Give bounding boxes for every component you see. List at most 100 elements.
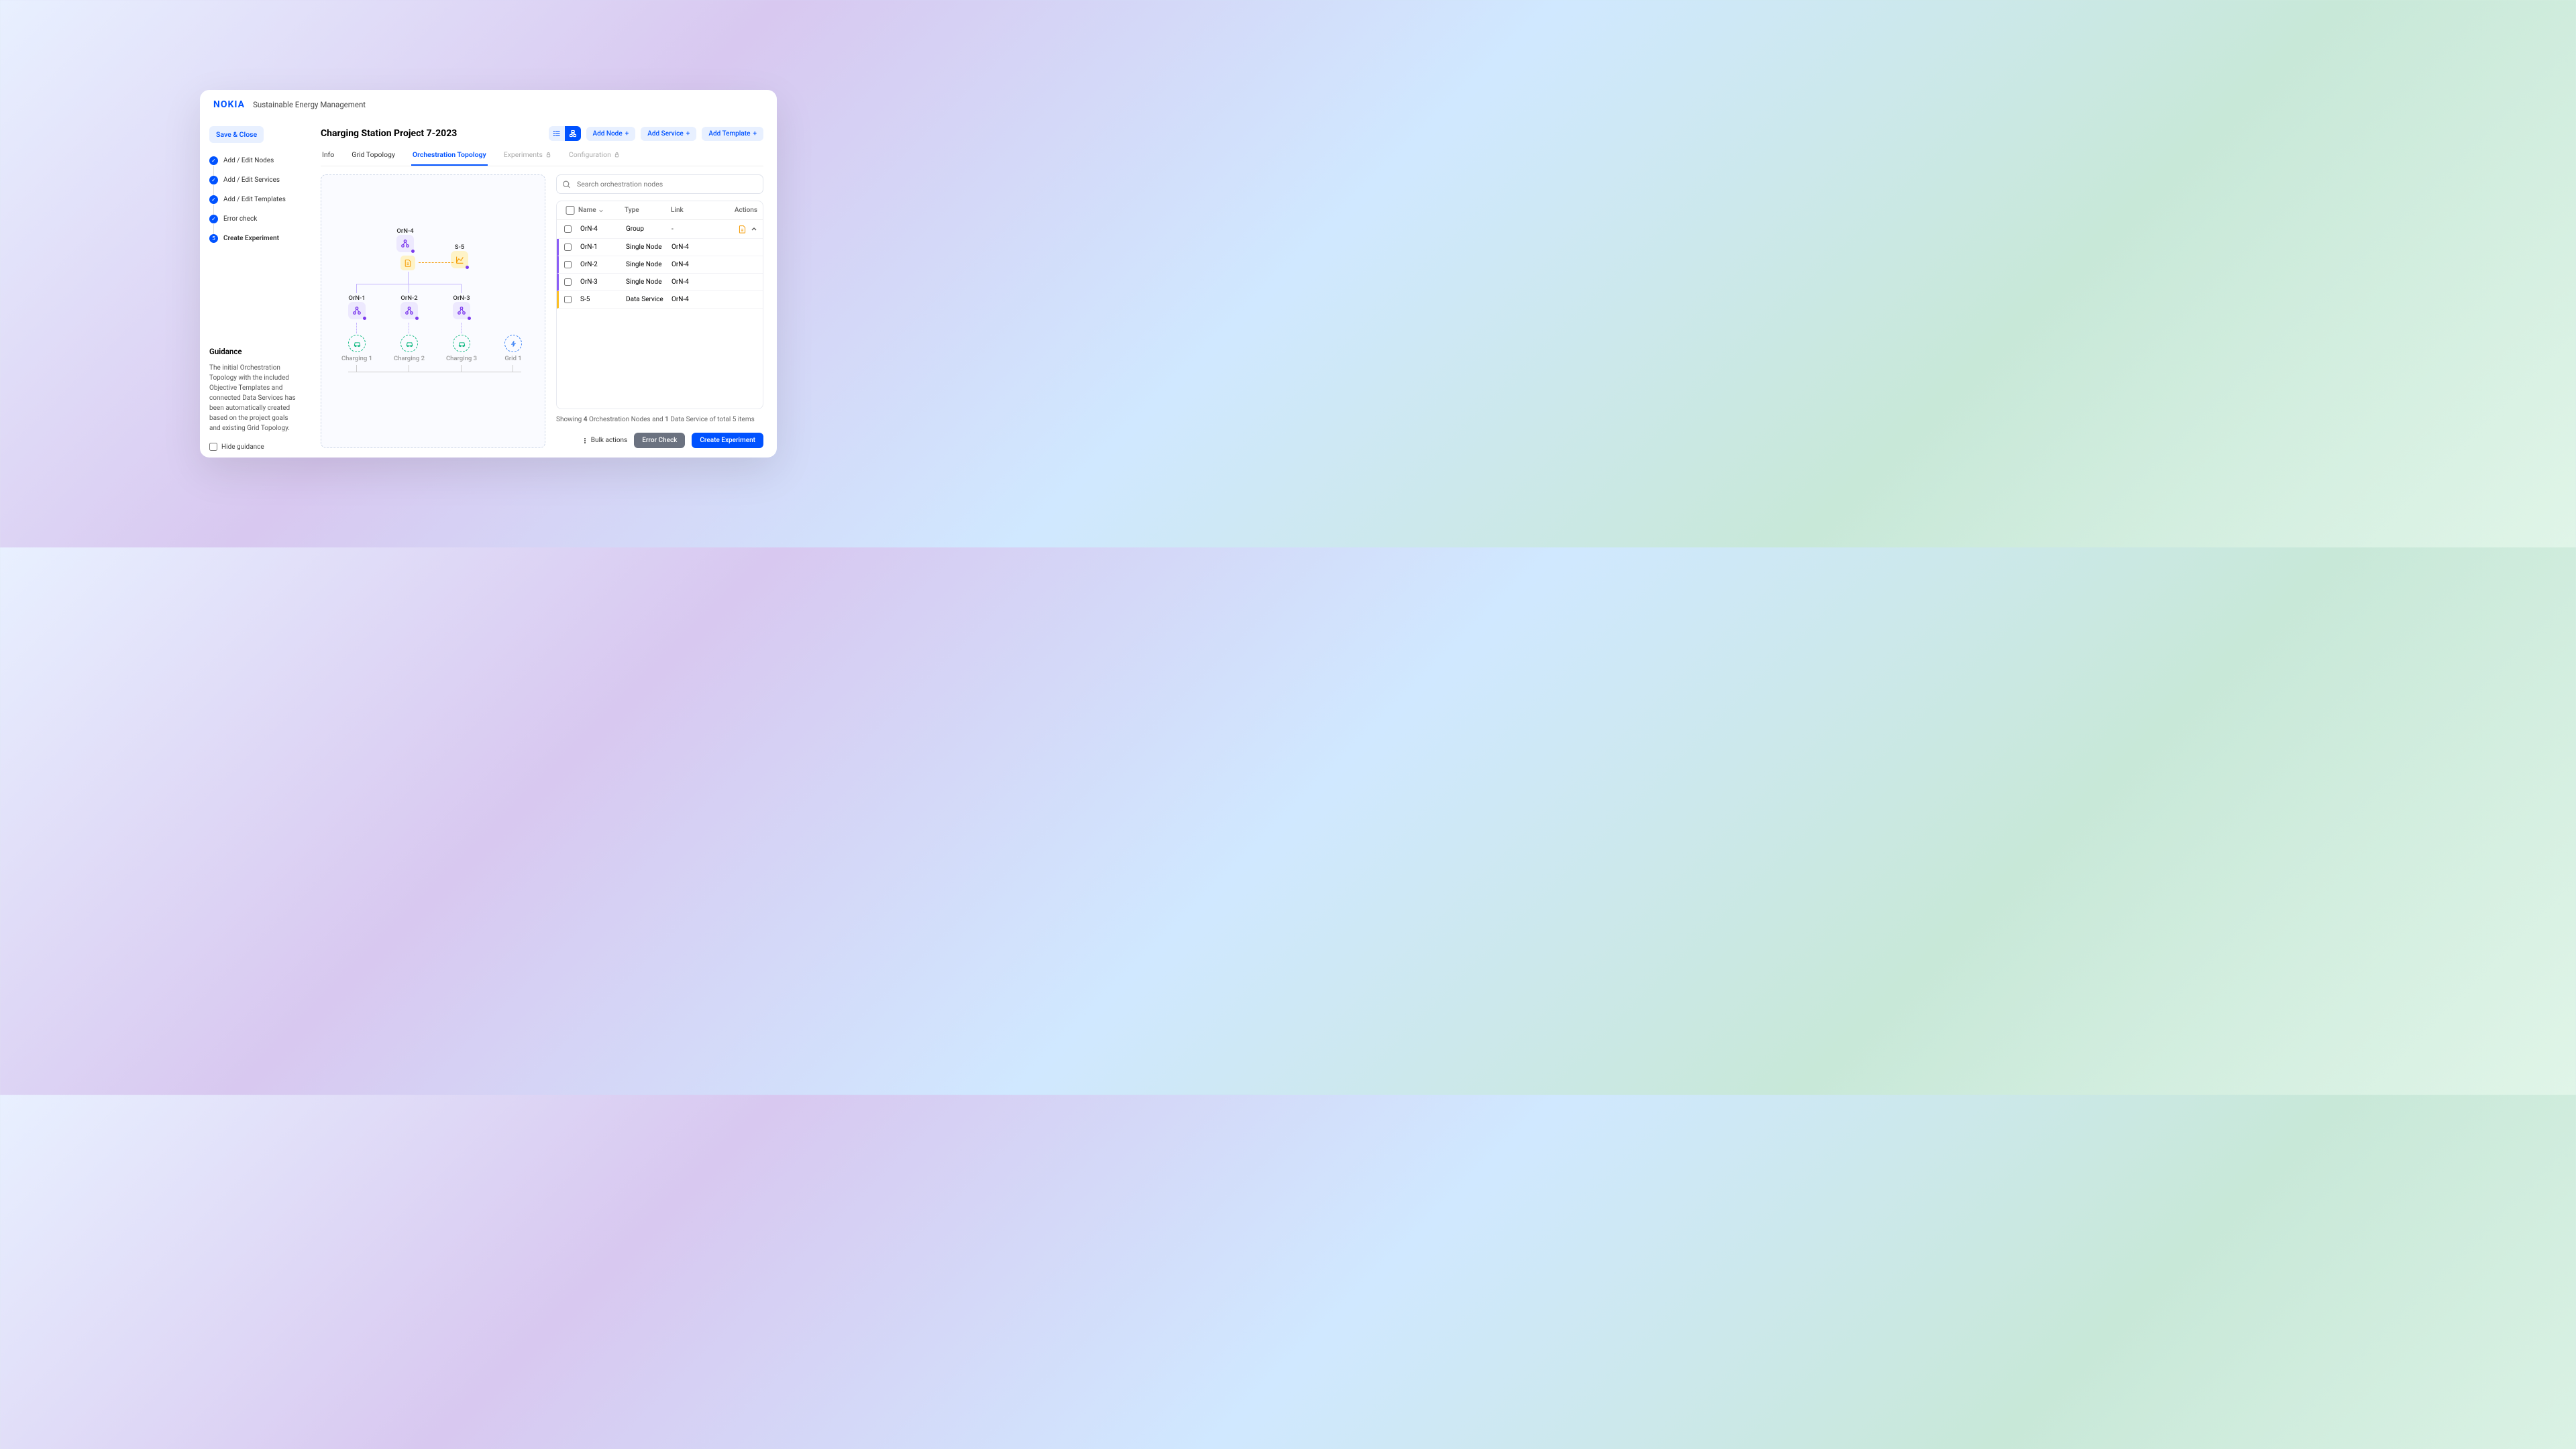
- cell-link: OrN-4: [672, 261, 717, 268]
- save-close-button[interactable]: Save & Close: [209, 126, 264, 143]
- col-link[interactable]: Link: [671, 207, 717, 214]
- step-label: Create Experiment: [223, 235, 279, 242]
- tab-orchestration-topology[interactable]: Orchestration Topology: [411, 146, 488, 166]
- add-service-button[interactable]: Add Service +: [641, 127, 696, 141]
- topology-node-root[interactable]: OrN-4: [396, 227, 414, 252]
- topology-service-node[interactable]: S-5: [451, 244, 468, 268]
- topology-node-child[interactable]: OrN-2: [398, 294, 421, 319]
- create-experiment-button[interactable]: Create Experiment: [692, 433, 763, 448]
- step-number-icon: 5: [209, 234, 218, 243]
- step-list: ✓Add / Edit Nodes✓Add / Edit Services✓Ad…: [209, 156, 298, 243]
- cell-name: OrN-4: [580, 225, 626, 233]
- check-icon: ✓: [209, 215, 218, 223]
- topology-node-child[interactable]: OrN-3: [450, 294, 473, 319]
- topology-leaf-node[interactable]: Charging 1: [340, 335, 374, 362]
- tab-grid-topology[interactable]: Grid Topology: [350, 146, 396, 166]
- table-row[interactable]: OrN-2Single NodeOrN-4: [557, 256, 763, 274]
- orchestration-node-icon: [453, 302, 470, 319]
- lock-icon: [545, 152, 551, 158]
- bulk-actions-menu[interactable]: Bulk actions: [582, 437, 628, 444]
- step-label: Add / Edit Nodes: [223, 157, 274, 164]
- cell-name: OrN-2: [580, 261, 626, 268]
- search-input[interactable]: [556, 174, 763, 194]
- cell-type: Single Node: [626, 261, 672, 268]
- charging-icon: [348, 335, 366, 352]
- hide-guidance-toggle[interactable]: Hide guidance: [209, 443, 298, 451]
- page-title: Charging Station Project 7-2023: [321, 128, 457, 139]
- document-icon: [400, 256, 415, 270]
- topology-link: [408, 272, 409, 284]
- table-row[interactable]: OrN-4Group-: [557, 220, 763, 239]
- collapse-icon[interactable]: [751, 226, 757, 233]
- tab-bar: Info Grid Topology Orchestration Topology E…: [321, 146, 763, 166]
- row-checkbox[interactable]: [564, 296, 572, 303]
- step-item[interactable]: ✓Add / Edit Templates: [209, 195, 298, 204]
- guidance-title: Guidance: [209, 347, 298, 356]
- hide-guidance-checkbox[interactable]: [209, 443, 217, 451]
- tab-configuration: Configuration: [568, 146, 621, 166]
- table-row[interactable]: S-5Data ServiceOrN-4: [557, 291, 763, 309]
- tab-label: Experiments: [504, 150, 543, 159]
- add-node-button[interactable]: Add Node +: [586, 127, 636, 141]
- sort-icon: [598, 208, 604, 213]
- topology-canvas[interactable]: OrN-4 S-5 OrN-1 OrN-2 OrN-3 Charging 1 Chargin…: [321, 174, 545, 448]
- topology-leaf-node[interactable]: Charging 2: [392, 335, 426, 362]
- tab-label: Configuration: [569, 150, 611, 159]
- step-item[interactable]: ✓ Add / Edit Services: [209, 176, 298, 184]
- row-checkbox[interactable]: [564, 244, 572, 251]
- cell-name: OrN-1: [580, 244, 626, 251]
- table-row[interactable]: OrN-3Single NodeOrN-4: [557, 274, 763, 291]
- topology-link-dashed: [356, 323, 357, 333]
- cell-type: Data Service: [626, 296, 672, 303]
- node-panel: Name Type Link Actions OrN-4Group-OrN-1S…: [556, 174, 763, 448]
- cell-name: OrN-3: [580, 278, 626, 286]
- charging-icon: [453, 335, 470, 352]
- tab-label: Info: [322, 150, 334, 159]
- search-icon: [562, 180, 571, 189]
- table-row[interactable]: OrN-1Single NodeOrN-4: [557, 239, 763, 256]
- col-type[interactable]: Type: [625, 207, 671, 214]
- orchestration-node-icon: [348, 302, 366, 319]
- col-name[interactable]: Name: [578, 207, 625, 214]
- cell-link: -: [672, 225, 717, 233]
- cell-name: S-5: [580, 296, 626, 303]
- topology-view-button[interactable]: [565, 126, 581, 141]
- row-checkbox[interactable]: [564, 225, 572, 233]
- check-icon: ✓: [209, 176, 218, 184]
- step-item[interactable]: 5 Create Experiment: [209, 234, 298, 243]
- main-content: Charging Station Project 7-2023 Add Node…: [307, 119, 777, 458]
- orchestration-node-icon: [396, 235, 414, 252]
- guidance-panel: Guidance The initial Orchestration Topol…: [209, 333, 298, 451]
- step-label: Add / Edit Services: [223, 176, 280, 184]
- select-all-checkbox[interactable]: [562, 206, 578, 215]
- grid-icon: [504, 335, 522, 352]
- topology-link: [461, 365, 462, 372]
- row-checkbox[interactable]: [564, 278, 572, 286]
- list-view-button[interactable]: [549, 126, 565, 141]
- error-check-button[interactable]: Error Check: [634, 433, 685, 448]
- app-header: NOKIA Sustainable Energy Management: [200, 90, 777, 119]
- add-template-button[interactable]: Add Template +: [702, 127, 763, 141]
- search-wrapper: [556, 174, 763, 194]
- tab-experiments: Experiments: [502, 146, 553, 166]
- cell-type: Group: [626, 225, 672, 233]
- charging-icon: [400, 335, 418, 352]
- topology-leaf-node[interactable]: Grid 1: [496, 335, 530, 362]
- document-icon[interactable]: [738, 225, 747, 233]
- tab-info[interactable]: Info: [321, 146, 335, 166]
- topology-template-icon[interactable]: [400, 256, 415, 270]
- orchestration-node-icon: [400, 302, 418, 319]
- tab-label: Grid Topology: [352, 150, 395, 159]
- topology-link: [461, 284, 462, 293]
- cell-type: Single Node: [626, 244, 672, 251]
- topology-leaf-node[interactable]: Charging 3: [445, 335, 478, 362]
- step-item[interactable]: ✓Add / Edit Nodes: [209, 156, 298, 165]
- guidance-body: The initial Orchestration Topology with …: [209, 363, 298, 433]
- topology-node-child[interactable]: OrN-1: [345, 294, 368, 319]
- hide-guidance-label: Hide guidance: [221, 443, 264, 451]
- step-item[interactable]: ✓ Error check: [209, 215, 298, 223]
- topology-link: [356, 284, 357, 293]
- row-checkbox[interactable]: [564, 261, 572, 268]
- cell-type: Single Node: [626, 278, 672, 286]
- step-label: Error check: [223, 215, 257, 223]
